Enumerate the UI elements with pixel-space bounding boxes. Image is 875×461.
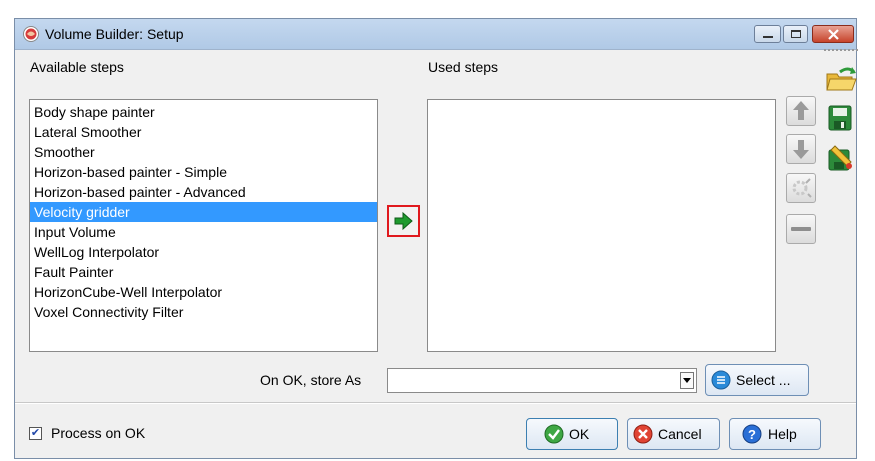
- title-bar: Volume Builder: Setup: [15, 19, 856, 50]
- dialog-window: Volume Builder: Setup Available steps Us…: [14, 18, 857, 459]
- chevron-down-icon: [683, 378, 691, 383]
- svg-text:?: ?: [748, 427, 756, 442]
- minimize-button[interactable]: [754, 25, 781, 43]
- check-icon: [544, 424, 564, 444]
- save-as-icon[interactable]: [827, 144, 855, 172]
- list-item[interactable]: Smoother: [30, 142, 377, 162]
- right-toolbar: [822, 56, 862, 186]
- app-icon: [23, 26, 39, 42]
- available-steps-label: Available steps: [30, 59, 124, 75]
- list-item[interactable]: Fault Painter: [30, 262, 377, 282]
- list-item-selected[interactable]: Velocity gridder: [30, 202, 377, 222]
- list-icon: [711, 370, 731, 390]
- list-item[interactable]: Body shape painter: [30, 102, 377, 122]
- up-arrow-icon: [793, 101, 809, 120]
- list-item[interactable]: Horizon-based painter - Advanced: [30, 182, 377, 202]
- maximize-icon: [791, 30, 801, 38]
- dropdown-button[interactable]: [680, 372, 694, 389]
- edit-step-icon: [792, 178, 812, 198]
- help-button[interactable]: ? Help: [729, 418, 821, 450]
- cancel-button-label: Cancel: [658, 426, 702, 442]
- right-arrow-icon: [394, 211, 413, 231]
- help-icon: ?: [742, 424, 762, 444]
- list-item[interactable]: Voxel Connectivity Filter: [30, 302, 377, 322]
- used-steps-list[interactable]: [427, 99, 776, 352]
- select-button[interactable]: Select ...: [705, 364, 809, 396]
- list-item[interactable]: Input Volume: [30, 222, 377, 242]
- toolbar-grip: [824, 49, 858, 55]
- open-folder-icon[interactable]: [824, 64, 858, 94]
- available-steps-list[interactable]: Body shape painter Lateral Smoother Smoo…: [29, 99, 378, 352]
- list-item[interactable]: Horizon-based painter - Simple: [30, 162, 377, 182]
- maximize-button[interactable]: [783, 25, 808, 43]
- list-item[interactable]: Lateral Smoother: [30, 122, 377, 142]
- add-step-button[interactable]: [387, 205, 420, 237]
- move-down-button[interactable]: [786, 134, 816, 164]
- ok-button-label: OK: [569, 426, 590, 442]
- move-up-button[interactable]: [786, 96, 816, 126]
- save-icon[interactable]: [827, 104, 853, 132]
- used-steps-label: Used steps: [428, 59, 499, 75]
- list-item[interactable]: HorizonCube-Well Interpolator: [30, 282, 377, 302]
- divider: [15, 402, 856, 404]
- remove-step-button[interactable]: [786, 214, 816, 244]
- list-item[interactable]: WellLog Interpolator: [30, 242, 377, 262]
- ok-button[interactable]: OK: [526, 418, 618, 450]
- remove-icon: [791, 227, 811, 231]
- window-title: Volume Builder: Setup: [45, 26, 184, 42]
- close-icon: [828, 29, 839, 40]
- store-as-combo[interactable]: [387, 368, 697, 393]
- store-as-label: On OK, store As: [260, 372, 362, 388]
- cancel-icon: [633, 424, 653, 444]
- down-arrow-icon: [793, 140, 809, 159]
- minimize-icon: [763, 36, 773, 38]
- close-button[interactable]: [812, 25, 854, 43]
- process-on-ok-checkbox[interactable]: ✔: [29, 427, 42, 440]
- select-button-label: Select ...: [736, 372, 791, 388]
- cancel-button[interactable]: Cancel: [627, 418, 720, 450]
- process-on-ok-label: Process on OK: [51, 425, 146, 441]
- edit-step-button[interactable]: [786, 173, 816, 203]
- help-button-label: Help: [768, 426, 797, 442]
